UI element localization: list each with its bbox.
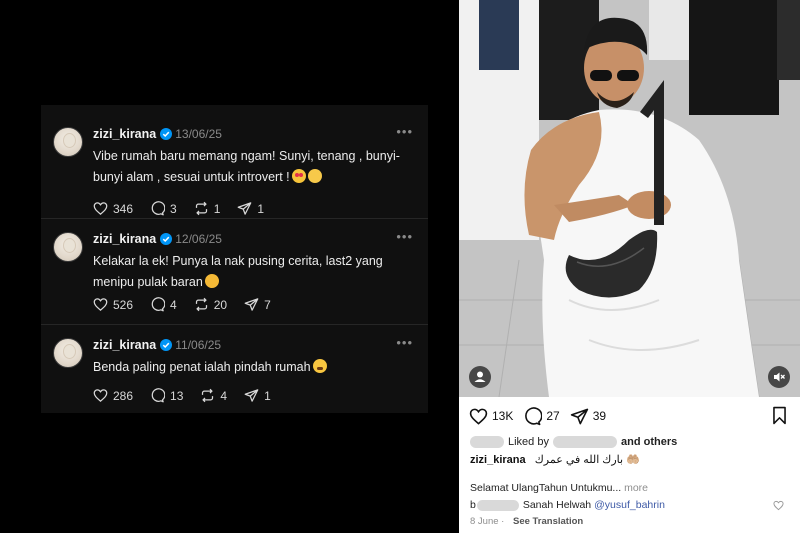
username[interactable]: zizi_kirana [93,232,156,246]
share-button[interactable]: 1 [244,388,271,403]
post-date: 12/06/25 [175,232,222,246]
avatar[interactable] [53,338,83,368]
comment-like-icon[interactable] [773,500,784,511]
send-icon[interactable] [570,407,589,426]
repost-icon [195,201,207,216]
mute-button[interactable] [768,366,790,388]
post-action-bar: 13K 27 39 [469,406,794,426]
photo-illustration [459,0,800,397]
blurred-username [476,499,519,511]
share-button[interactable]: 1 [237,201,264,216]
send-icon [244,298,259,311]
like-button[interactable]: 346 [93,201,133,216]
heart-icon [93,298,108,311]
tired-face-emoji-icon [312,359,327,373]
post-meta: 8 June · See Translation [470,516,584,527]
post-text: Vibe rumah baru memang ngam! Sunyi, tena… [93,149,400,184]
repost-button[interactable]: 1 [194,201,221,216]
reply-button[interactable]: 4 [150,297,177,312]
comment-username[interactable]: b [470,499,476,511]
share-count: 1 [264,388,271,403]
comment-icon [151,388,166,403]
heart-eyes-emoji-icon [291,169,306,183]
caption: zizi_kirana بارك الله في عمرك 🤲🏼 [470,453,640,466]
repost-button[interactable]: 20 [194,297,227,312]
send-icon [244,389,259,402]
caption-line-2: Selamat UlangTahun Untukmu... [470,482,622,494]
more-options-icon[interactable]: ••• [396,124,413,139]
tagged-people-button[interactable] [469,366,491,388]
speaker-muted-icon [774,372,785,382]
thread-post[interactable]: zizi_kirana 13/06/25 ••• Vibe rumah baru… [41,115,428,219]
blurred-avatar [470,436,504,448]
username[interactable]: zizi_kirana [93,127,156,141]
repost-count: 1 [213,201,221,216]
comment-text: Sanah Helwah [522,499,592,511]
reply-count: 4 [170,297,177,312]
verified-badge-icon [160,233,173,245]
shy-emoji-icon [307,169,322,183]
comment-icon [151,297,166,312]
comment-icon[interactable] [523,406,543,426]
liked-by-row[interactable]: Liked by and others [470,436,677,448]
comment-count: 27 [546,409,560,423]
mention-link[interactable]: @yusuf_bahrin [594,499,665,511]
like-button[interactable]: 526 [93,297,133,312]
like-count: 13K [492,409,514,423]
comment-row: b Sanah Helwah @yusuf_bahrin [470,499,795,511]
share-count: 1 [257,201,265,216]
post-text: Benda paling penat ialah pindah rumah [93,357,413,378]
more-options-icon[interactable]: ••• [396,335,413,350]
like-count: 286 [113,388,134,403]
avatar[interactable] [53,232,83,262]
heart-icon [93,389,108,402]
reply-button[interactable]: 3 [150,201,177,216]
post-date: 13/06/25 [175,127,222,141]
reply-button[interactable]: 13 [150,388,183,403]
share-button[interactable]: 7 [244,297,271,312]
reply-count: 13 [170,388,184,403]
caption-continued: Selamat UlangTahun Untukmu... more [470,482,648,494]
bookmark-icon[interactable] [770,406,789,425]
verified-badge-icon [160,128,173,140]
thread-post[interactable]: zizi_kirana 12/06/25 ••• Kelakar la ek! … [41,220,428,325]
and-others-link[interactable]: and others [621,436,677,448]
like-count: 526 [113,297,134,312]
rofl-emoji-icon [202,271,222,291]
heart-icon[interactable] [469,407,488,426]
username[interactable]: zizi_kirana [93,338,156,352]
repost-icon [202,388,214,403]
share-count: 7 [264,297,271,312]
person-icon [474,371,486,382]
repost-button[interactable]: 4 [200,388,227,403]
caption-text: بارك الله في عمرك 🤲🏼 [534,454,640,466]
post-photo[interactable] [459,0,800,397]
repost-count: 4 [220,388,228,403]
threads-panel: zizi_kirana 13/06/25 ••• Vibe rumah baru… [41,105,428,413]
post-date: 8 June [470,516,499,527]
avatar[interactable] [53,127,83,157]
heart-icon [93,202,108,215]
more-link[interactable]: more [624,482,648,494]
like-button[interactable]: 286 [93,388,133,403]
blurred-username [552,436,617,448]
post-date: 11/06/25 [175,338,222,352]
share-count: 39 [592,409,607,423]
reply-count: 3 [170,201,177,216]
see-translation-link[interactable]: See Translation [513,516,583,527]
comment-icon [151,201,166,216]
liked-by-label: Liked by [508,436,549,448]
more-options-icon[interactable]: ••• [396,229,413,244]
send-icon [238,202,252,215]
like-count: 346 [113,201,134,216]
repost-icon [195,297,207,312]
caption-username[interactable]: zizi_kirana [470,454,526,466]
repost-count: 20 [213,297,228,312]
verified-badge-icon [160,339,173,351]
post-text: Kelakar la ek! Punya la nak pusing cerit… [93,254,383,291]
thread-post[interactable]: zizi_kirana 11/06/25 ••• Benda paling pe… [41,326,428,413]
